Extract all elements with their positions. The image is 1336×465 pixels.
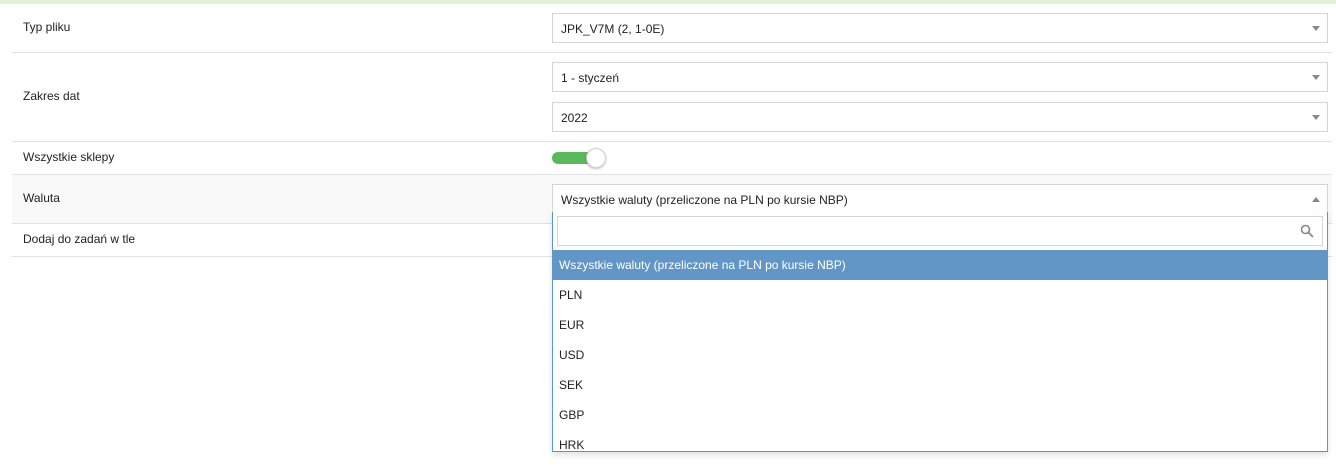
currency-select-value: Wszystkie waluty (przeliczone na PLN po … — [561, 193, 848, 207]
date-range-label: Zakres dat — [23, 89, 80, 103]
all-shops-toggle[interactable] — [552, 148, 606, 168]
currency-option-usd[interactable]: USD — [553, 340, 1327, 370]
currency-label: Waluta — [23, 191, 60, 205]
currency-option-pln[interactable]: PLN — [553, 280, 1327, 310]
background-task-label: Dodaj do zadań w tle — [23, 232, 136, 246]
form-row-all-shops — [12, 142, 1332, 175]
year-select-value: 2022 — [561, 111, 588, 125]
currency-option-eur[interactable]: EUR — [553, 310, 1327, 340]
currency-option-all[interactable]: Wszystkie waluty (przeliczone na PLN po … — [553, 250, 1327, 280]
chevron-down-icon — [1312, 115, 1320, 120]
currency-search-box — [557, 216, 1323, 246]
chevron-down-icon — [1312, 75, 1320, 80]
currency-select[interactable]: Wszystkie waluty (przeliczone na PLN po … — [552, 184, 1328, 213]
currency-search-input[interactable] — [558, 217, 1300, 245]
currency-option-sek[interactable]: SEK — [553, 370, 1327, 400]
month-select-value: 1 - styczeń — [561, 71, 620, 85]
chevron-down-icon — [1312, 26, 1320, 31]
currency-option-gbp[interactable]: GBP — [553, 400, 1327, 430]
year-select[interactable]: 2022 — [552, 102, 1328, 132]
month-select[interactable]: 1 - styczeń — [552, 62, 1328, 92]
file-type-select[interactable]: JPK_V7M (2, 1-0E) — [552, 13, 1328, 43]
currency-option-hrk[interactable]: HRK — [553, 430, 1327, 451]
all-shops-label: Wszystkie sklepy — [23, 150, 115, 164]
toggle-knob[interactable] — [586, 148, 606, 168]
currency-option-list: Wszystkie waluty (przeliczone na PLN po … — [553, 250, 1327, 451]
currency-dropdown: Wszystkie waluty (przeliczone na PLN po … — [552, 212, 1328, 452]
file-type-label: Typ pliku — [23, 20, 71, 34]
file-type-select-value: JPK_V7M (2, 1-0E) — [561, 22, 665, 36]
chevron-up-icon — [1312, 197, 1320, 202]
search-icon — [1300, 224, 1314, 238]
